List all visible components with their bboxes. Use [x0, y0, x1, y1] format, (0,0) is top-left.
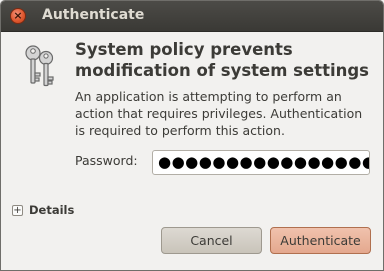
window-title: Authenticate — [42, 7, 145, 23]
keys-icon — [25, 45, 54, 87]
password-field[interactable]: ●●●●●●●●●●●●●●●● — [152, 150, 370, 175]
dialog-description: An application is attempting to perform … — [75, 89, 363, 138]
authenticate-dialog: × Authenticate System policy prevents mo… — [0, 0, 384, 271]
password-label: Password: — [75, 153, 138, 168]
authenticate-button[interactable]: Authenticate — [270, 227, 371, 254]
details-expander[interactable]: + Details — [12, 203, 74, 217]
close-icon[interactable]: × — [10, 8, 26, 24]
dialog-heading: System policy prevents modification of s… — [75, 40, 370, 80]
cancel-button[interactable]: Cancel — [161, 227, 262, 254]
title-bar: × Authenticate — [1, 1, 383, 32]
details-label[interactable]: Details — [29, 203, 74, 217]
expander-plus-icon[interactable]: + — [12, 204, 23, 216]
